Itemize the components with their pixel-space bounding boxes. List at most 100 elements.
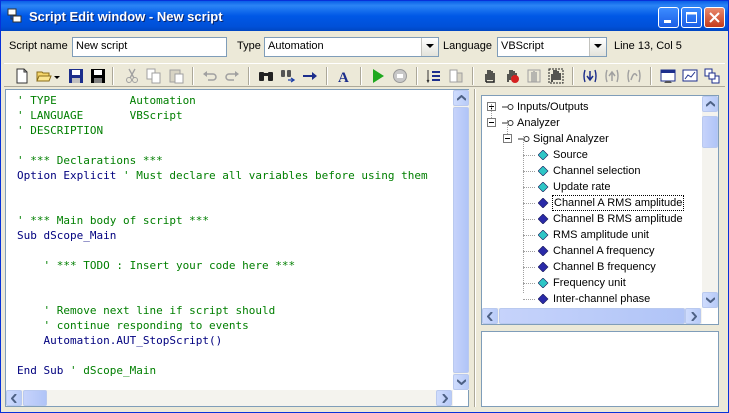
new-icon	[16, 68, 28, 84]
toolbar-separator	[326, 67, 328, 85]
splitter[interactable]	[474, 89, 476, 407]
code-comment: ' *** Declarations ***	[17, 154, 163, 167]
scroll-up-button[interactable]	[702, 96, 718, 112]
list-icon	[426, 70, 440, 84]
property-icon	[538, 278, 549, 288]
hand-grid-icon	[527, 69, 541, 83]
close-button[interactable]	[704, 7, 725, 28]
scroll-thumb[interactable]	[23, 390, 47, 406]
chevron-down-icon	[426, 44, 434, 48]
tree-view[interactable]: Inputs/Outputs Analyzer Signal Analyzer Sou…	[482, 96, 702, 306]
scroll-down-button[interactable]	[453, 374, 469, 390]
editor-vertical-scrollbar[interactable]	[453, 90, 469, 390]
save-icon	[69, 69, 83, 83]
code-line: ' continue responding to events	[17, 318, 248, 333]
goto-icon	[303, 72, 317, 80]
maximize-button[interactable]	[681, 7, 702, 28]
language-select[interactable]: VBScript	[497, 37, 607, 57]
cursor-position: Line 13, Col 5	[614, 40, 682, 52]
copy-icon	[146, 68, 161, 84]
hand-grid-button[interactable]	[524, 66, 544, 86]
undo-button[interactable]	[200, 66, 220, 86]
hand-stop-button[interactable]	[502, 66, 522, 86]
toolbar-separator	[112, 67, 114, 85]
tree-node-label: Channel A RMS amplitude	[552, 195, 685, 211]
type-dropdown-button[interactable]	[421, 38, 438, 56]
code-line: End Sub ' dScope_Main	[17, 363, 156, 378]
font-button[interactable]: A	[334, 66, 354, 86]
scroll-thumb[interactable]	[499, 308, 685, 324]
scroll-left-button[interactable]	[482, 308, 498, 324]
toolbar-separator	[360, 67, 362, 85]
code-text-area[interactable]: ' TYPE Automation ' LANGUAGE VBScript ' DE…	[6, 90, 454, 390]
open-button[interactable]	[34, 66, 54, 86]
goto-button[interactable]	[300, 66, 320, 86]
svg-text:A: A	[338, 70, 349, 84]
scroll-up-button[interactable]	[453, 90, 469, 106]
step-over-button[interactable]	[602, 66, 622, 86]
collapse-icon[interactable]	[487, 118, 496, 127]
redo-button[interactable]	[222, 66, 242, 86]
tree-vertical-scrollbar[interactable]	[702, 96, 718, 308]
editor-horizontal-scrollbar[interactable]	[6, 390, 453, 406]
object-browser-tree[interactable]: Inputs/Outputs Analyzer Signal Analyzer Sou…	[481, 95, 719, 325]
code-comment: ' Remove next line if script should	[17, 304, 276, 317]
toolbar-separator	[472, 67, 474, 85]
chevron-right-icon	[442, 394, 448, 403]
step-out-icon	[627, 69, 641, 83]
list-button[interactable]	[424, 66, 444, 86]
cut-button[interactable]	[122, 66, 142, 86]
script-name-input[interactable]: New script	[72, 37, 227, 57]
copy-button[interactable]	[144, 66, 164, 86]
scroll-right-button[interactable]	[436, 390, 452, 406]
step-over-icon	[605, 69, 619, 83]
step-into-button[interactable]	[580, 66, 600, 86]
replace-button[interactable]	[278, 66, 298, 86]
code-comment: ' DESCRIPTION	[17, 124, 104, 137]
scroll-right-button[interactable]	[685, 308, 701, 324]
hand-button[interactable]	[480, 66, 500, 86]
chevron-up-icon	[706, 101, 715, 107]
minimize-button[interactable]	[658, 7, 679, 28]
window-button[interactable]	[658, 66, 678, 86]
code-editor[interactable]: ' TYPE Automation ' LANGUAGE VBScript ' DE…	[5, 89, 469, 407]
tree-connector	[523, 203, 535, 204]
cut-icon	[126, 68, 138, 83]
stop-button[interactable]	[390, 66, 410, 86]
window-chart-button[interactable]	[680, 66, 700, 86]
scroll-thumb[interactable]	[702, 116, 718, 148]
collapse-icon[interactable]	[503, 134, 512, 143]
properties-button[interactable]	[446, 66, 466, 86]
run-button[interactable]	[368, 66, 388, 86]
language-dropdown-button[interactable]	[589, 38, 606, 56]
window-title: Script Edit window - New script	[29, 9, 223, 24]
find-button[interactable]	[256, 66, 276, 86]
tree-node-label: Channel A frequency	[553, 245, 655, 257]
save-button[interactable]	[66, 66, 86, 86]
window-icon	[660, 69, 676, 83]
tree-connector	[491, 104, 492, 118]
tree-connector	[523, 187, 535, 188]
save-as-icon	[91, 69, 105, 83]
save-as-button[interactable]	[88, 66, 108, 86]
scroll-left-button[interactable]	[6, 390, 22, 406]
property-icon	[538, 294, 549, 304]
window-tiles-button[interactable]	[702, 66, 722, 86]
paste-button[interactable]	[166, 66, 186, 86]
code-line: Sub dScope_Main	[17, 228, 116, 243]
code-line: ' *** TODO : Insert your code here ***	[17, 258, 295, 273]
title-bar[interactable]: Script Edit window - New script	[1, 1, 728, 31]
scroll-thumb[interactable]	[453, 107, 469, 373]
description-panel	[481, 331, 719, 407]
step-out-button[interactable]	[624, 66, 644, 86]
new-button[interactable]	[12, 66, 32, 86]
tree-connector	[523, 251, 535, 252]
connector-icon	[518, 136, 530, 142]
open-recent-dropdown[interactable]	[52, 66, 62, 86]
type-select[interactable]: Automation	[264, 37, 439, 57]
scroll-down-button[interactable]	[702, 292, 718, 308]
code-line: Automation.AUT_StopScript()	[17, 333, 222, 348]
code-line: Option Explicit ' Must declare all varia…	[17, 168, 428, 183]
hand-events-button[interactable]	[546, 66, 566, 86]
tree-horizontal-scrollbar[interactable]	[482, 308, 702, 324]
